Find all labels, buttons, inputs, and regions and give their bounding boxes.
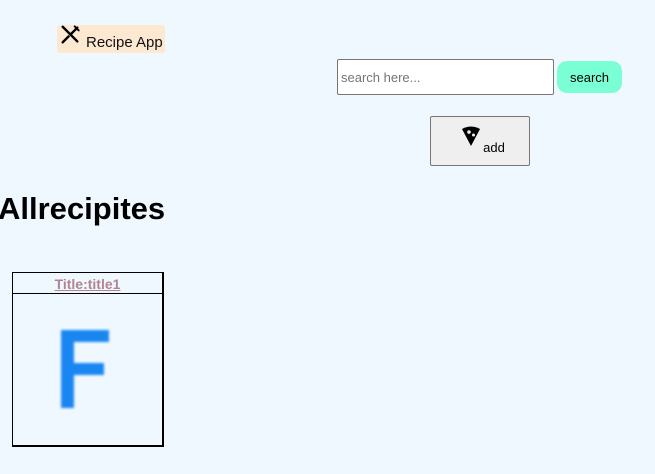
add-recipe-button[interactable]: add [430, 116, 530, 166]
add-button-label: add [483, 139, 505, 155]
search-button[interactable]: search [557, 61, 622, 93]
recipe-letter-logo [61, 330, 109, 408]
recipe-card[interactable]: Title:title1 [12, 272, 164, 447]
recipe-app-page: Recipe App search add Allrecipites Title… [0, 0, 655, 474]
pizza-slice-icon [455, 126, 481, 150]
fork-knife-icon [59, 24, 81, 51]
app-header-badge: Recipe App [57, 24, 165, 53]
search-input[interactable] [337, 59, 554, 95]
recipe-card-image [13, 294, 162, 444]
app-title: Recipe App [86, 33, 163, 51]
recipe-card-title[interactable]: Title:title1 [13, 273, 162, 294]
page-heading: Allrecipites [0, 191, 166, 226]
